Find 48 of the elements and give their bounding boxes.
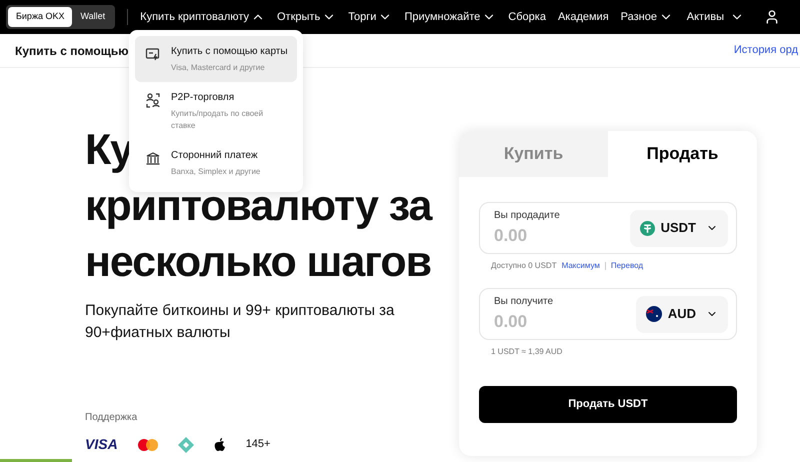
tether-icon [640,220,655,236]
max-link[interactable]: Максимум [562,260,600,272]
nav-item[interactable]: Сборка [508,8,546,26]
apple-logo [214,438,226,452]
more-methods-count: 145+ [246,437,270,452]
menu-item-subtitle: Купить/продать по своей ставке [171,108,264,132]
trade-tab[interactable]: Продать [608,131,757,177]
field-label: Вы продадите [494,208,560,222]
page-title: Купить с помощью [15,42,128,60]
order-history-link[interactable]: История орд [734,42,798,59]
bank-icon [145,150,161,166]
mode-tab[interactable]: Wallet [72,7,114,27]
amount-input[interactable]: 0.00 [494,222,594,248]
nav-item[interactable]: Приумножайте [404,8,496,26]
diamond-logo [178,436,194,452]
nav-item[interactable]: Академия [558,8,609,26]
menu-item-title: Купить с помощью карты [171,45,288,59]
sell-button[interactable]: Продать USDT [479,386,737,423]
mode-tab[interactable]: Биржа OKX [8,7,72,27]
support-label: Поддержка [85,412,138,423]
amount-field[interactable]: Вы продадите 0.00 USDT [479,202,737,254]
nav-item[interactable]: Открыть [276,8,336,26]
flag-icon [646,306,662,322]
assets-menu[interactable]: Активы [686,8,744,26]
amount-field[interactable]: Вы получите 0.00 AUD [479,288,737,340]
available-balance: Доступно 0 USDT [491,260,557,272]
users-icon [145,92,161,108]
amount-input[interactable]: 0.00 [494,308,594,334]
nav-item[interactable]: Разное [620,8,673,26]
menu-item-title: P2P-торговля [171,91,234,105]
user-icon[interactable] [764,9,780,25]
mastercard-logo [138,438,158,450]
menu-item-subtitle: Visa, Mastercard и другие [171,62,266,74]
menu-item[interactable]: Купить с помощью карты Visa, Mastercard и другие [135,36,297,82]
field-label: Вы получите [494,294,554,308]
nav-item[interactable]: Купить криптовалюту [140,8,265,26]
menu-item-subtitle: Banxa, Simplex и другие [171,166,262,178]
nav-item[interactable]: Торги [348,8,392,26]
hero-heading: несколько шагов [85,237,431,288]
hero-heading: Ку [85,125,134,176]
currency-select[interactable]: AUD [636,296,728,332]
hero-subtitle: Покупайте биткоины и 99+ криптовалюты за 90+фиатных валюты [85,301,396,343]
transfer-link[interactable]: Перевод [610,260,644,272]
currency-select[interactable]: USDT [630,210,728,246]
menu-item-title: Сторонний платеж [171,149,258,163]
exchange-rate: 1 USDT ≈ 1,39 AUD [491,346,562,358]
visa-logo: VISA [85,435,118,454]
card-icon [145,46,161,62]
